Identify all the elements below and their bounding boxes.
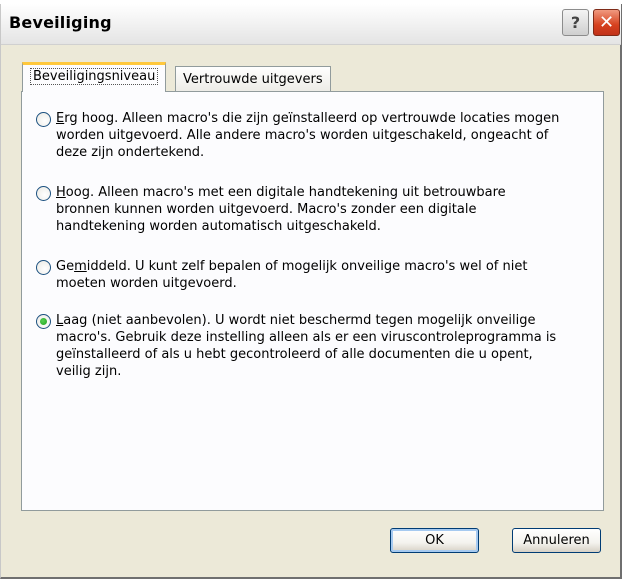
option-line: iddeld. U kunt zelf bepalen of mogelijk … — [86, 259, 528, 274]
radio-high[interactable] — [36, 186, 51, 201]
title-bar[interactable]: Beveiliging ? ✕ — [1, 4, 621, 45]
close-button[interactable]: ✕ — [593, 9, 620, 36]
option-high-label: Hoog. Alleen macro's met een digitale ha… — [56, 184, 601, 235]
tab-panel-security-level: Erg hoog. Alleen macro's die zijn geïnst… — [21, 91, 604, 511]
option-line: bronnen kunnen worden uitgevoerd. Macro'… — [56, 202, 477, 217]
dialog-title: Beveiliging — [9, 13, 112, 32]
help-button[interactable]: ? — [562, 9, 589, 36]
close-icon: ✕ — [598, 12, 615, 33]
option-line: rg hoog. Alleen macro's die zijn geïnsta… — [64, 111, 560, 126]
option-line: geïnstalleerd of als u hebt gecontroleer… — [56, 347, 533, 362]
option-very-high-label: Erg hoog. Alleen macro's die zijn geïnst… — [56, 110, 601, 161]
option-line: deze zijn ondertekend. — [56, 145, 205, 160]
tab-label: Beveiligingsniveau — [30, 68, 159, 85]
mnemonic: E — [56, 111, 65, 126]
option-line: aag (niet aanbevolen). U wordt niet besc… — [63, 313, 536, 328]
option-line: handtekening worden automatisch uitgesch… — [56, 219, 381, 234]
tab-label: Vertrouwde uitgevers — [183, 72, 323, 87]
tab-vertrouwde-uitgevers[interactable]: Vertrouwde uitgevers — [175, 66, 331, 92]
mnemonic: H — [56, 185, 66, 200]
ok-button[interactable]: OK — [390, 528, 479, 553]
option-line: oog. Alleen macro's met een digitale han… — [65, 185, 506, 200]
option-line: moeten worden uitgevoerd. — [56, 276, 237, 291]
radio-low[interactable] — [36, 314, 51, 329]
option-low-label: Laag (niet aanbevolen). U wordt niet bes… — [56, 312, 601, 380]
tab-beveiligingsniveau[interactable]: Beveiligingsniveau — [22, 62, 167, 92]
security-dialog: Beveiliging ? ✕ Beveiligingsniveau Vertr… — [0, 4, 622, 579]
option-line: veilig zijn. — [56, 364, 122, 379]
option-prefix: Ge — [56, 259, 75, 274]
option-line: worden uitgevoerd. Alle andere macro's w… — [56, 128, 549, 143]
radio-very-high[interactable] — [36, 112, 51, 127]
mnemonic: m — [74, 259, 87, 274]
radio-medium[interactable] — [36, 260, 51, 275]
option-medium-label: Gemiddeld. U kunt zelf bepalen of mogeli… — [56, 258, 601, 292]
cancel-button[interactable]: Annuleren — [512, 528, 601, 553]
option-line: macro's. Gebruik deze instelling alleen … — [56, 330, 557, 345]
help-icon: ? — [570, 13, 581, 32]
